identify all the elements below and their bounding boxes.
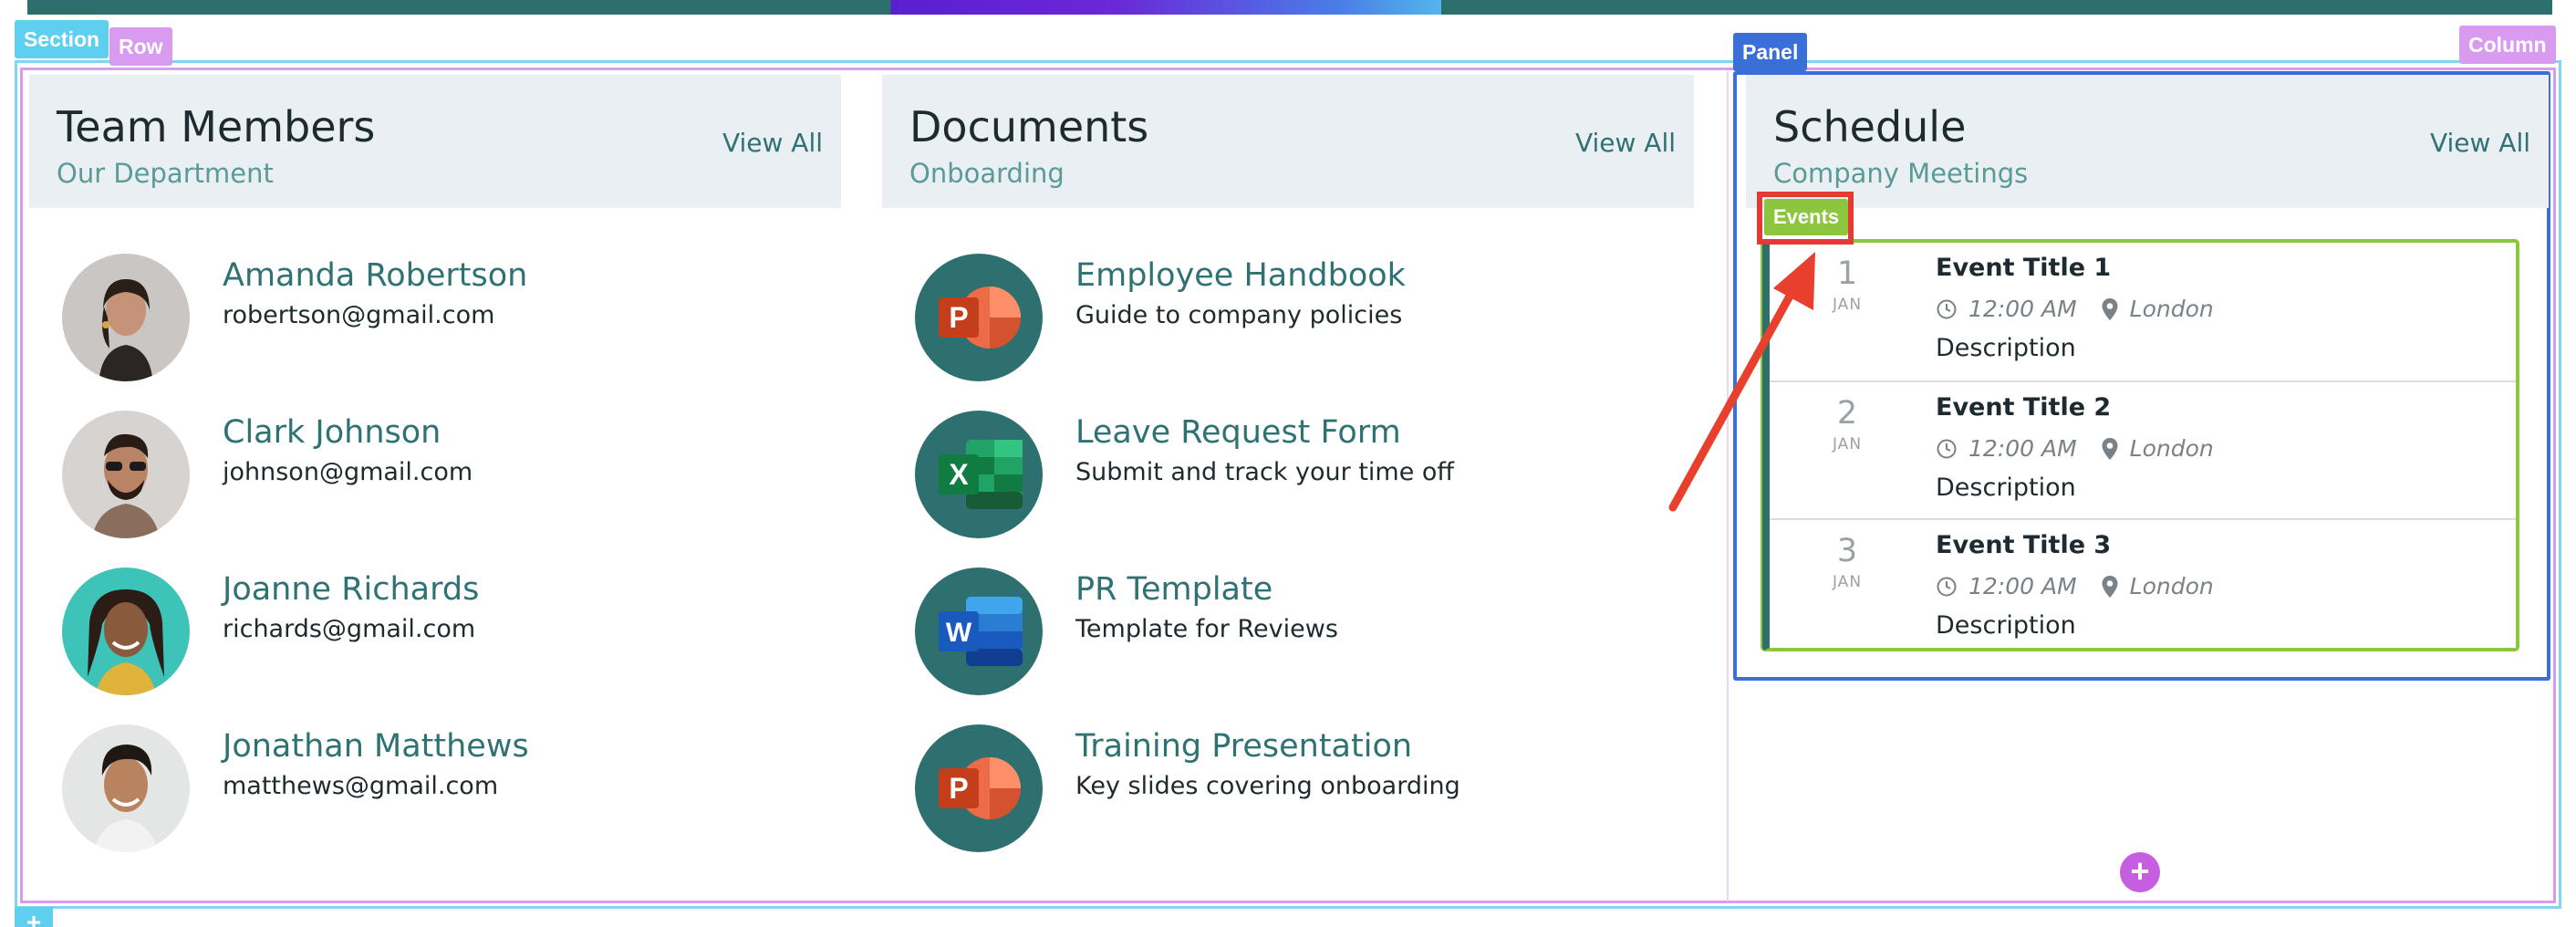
event-meta: 12:00 AM London bbox=[1936, 573, 2214, 599]
list-item: Amanda Robertson robertson@gmail.com bbox=[62, 254, 810, 381]
panel-subtitle: Company Meetings bbox=[1773, 158, 2029, 189]
avatar[interactable] bbox=[62, 411, 190, 538]
document-description: Template for Reviews bbox=[1075, 615, 1338, 643]
list-item: Jonathan Matthews matthews@gmail.com bbox=[62, 724, 810, 852]
panel-title: Documents bbox=[909, 102, 1149, 151]
event-location: London bbox=[2129, 296, 2214, 322]
panel-title: Team Members bbox=[57, 102, 376, 151]
svg-text:P: P bbox=[949, 772, 968, 805]
list-item: Clark Johnson johnson@gmail.com bbox=[62, 411, 810, 538]
event-location-wrap: London bbox=[2101, 435, 2214, 462]
panel-subtitle: Our Department bbox=[57, 158, 274, 189]
location-pin-icon bbox=[2102, 297, 2118, 320]
member-email: johnson@gmail.com bbox=[223, 458, 473, 486]
event-meta: 12:00 AM London bbox=[1936, 296, 2214, 322]
document-title[interactable]: PR Template bbox=[1075, 571, 1272, 608]
event-day: 1 bbox=[1836, 255, 1858, 292]
schedule-panel: Schedule Company Meetings View All bbox=[1746, 75, 2549, 208]
document-title[interactable]: Leave Request Form bbox=[1075, 414, 1401, 451]
member-email: richards@gmail.com bbox=[223, 615, 476, 643]
powerpoint-icon[interactable]: P bbox=[915, 254, 1043, 381]
team-members-panel: Team Members Our Department View All bbox=[29, 75, 841, 208]
svg-text:X: X bbox=[949, 458, 969, 491]
member-name[interactable]: Jonathan Matthews bbox=[223, 728, 529, 765]
view-all-link[interactable]: View All bbox=[1575, 128, 1676, 158]
event-time: 12:00 AM bbox=[1968, 296, 2077, 322]
event-description: Description bbox=[1936, 474, 2076, 502]
clock-icon bbox=[1937, 299, 1957, 318]
event-description: Description bbox=[1936, 611, 2076, 640]
event-time: 12:00 AM bbox=[1968, 573, 2077, 599]
svg-text:W: W bbox=[946, 618, 972, 648]
event-location-wrap: London bbox=[2101, 296, 2214, 322]
document-description: Submit and track your time off bbox=[1075, 458, 1455, 486]
section-tag[interactable]: Section bbox=[15, 20, 109, 58]
list-item: Joanne Richards richards@gmail.com bbox=[62, 568, 810, 695]
list-item: P Employee Handbook Guide to company pol… bbox=[915, 254, 1681, 381]
avatar[interactable] bbox=[62, 568, 190, 695]
view-all-link[interactable]: View All bbox=[2430, 128, 2530, 158]
member-name[interactable]: Clark Johnson bbox=[223, 414, 441, 451]
row-tag[interactable]: Row bbox=[109, 27, 172, 66]
document-description: Key slides covering onboarding bbox=[1075, 772, 1460, 800]
event-time: 12:00 AM bbox=[1968, 435, 2077, 462]
list-item: W PR Template Template for Reviews bbox=[915, 568, 1681, 695]
avatar[interactable] bbox=[62, 254, 190, 381]
event-description: Description bbox=[1936, 334, 2076, 362]
event-location-wrap: London bbox=[2101, 573, 2214, 599]
svg-text:P: P bbox=[949, 301, 968, 334]
events-list: 1 JAN Event Title 1 12:00 AM London Desc… bbox=[1762, 239, 2519, 651]
event-month: JAN bbox=[1832, 573, 1863, 591]
member-email: robertson@gmail.com bbox=[223, 301, 495, 329]
column-tag[interactable]: Column bbox=[2459, 26, 2556, 64]
list-item: X Leave Request Form Submit and track yo… bbox=[915, 411, 1681, 538]
panel-title: Schedule bbox=[1773, 102, 1967, 151]
events-tag-highlight bbox=[1757, 192, 1854, 245]
location-pin-icon bbox=[2102, 437, 2118, 460]
event-title[interactable]: Event Title 3 bbox=[1936, 531, 2111, 559]
annotation-arrow bbox=[1668, 252, 1815, 512]
list-item: P Training Presentation Key slides cover… bbox=[915, 724, 1681, 852]
documents-header: Documents Onboarding View All bbox=[882, 75, 1694, 208]
add-element-button[interactable]: + bbox=[2120, 852, 2160, 892]
event-month: JAN bbox=[1832, 435, 1863, 453]
panel-tag[interactable]: Panel bbox=[1733, 33, 1808, 71]
member-name[interactable]: Joanne Richards bbox=[223, 571, 479, 608]
view-all-link[interactable]: View All bbox=[722, 128, 823, 158]
clock-icon bbox=[1937, 439, 1957, 458]
panel-subtitle: Onboarding bbox=[909, 158, 1065, 189]
clock-icon bbox=[1937, 577, 1957, 596]
avatar[interactable] bbox=[62, 724, 190, 852]
member-email: matthews@gmail.com bbox=[223, 772, 499, 800]
schedule-header: Schedule Company Meetings View All bbox=[1746, 75, 2549, 208]
hero-banner-strip bbox=[27, 0, 2552, 15]
event-item[interactable]: 2 JAN Event Title 2 12:00 AM London Desc… bbox=[1770, 380, 2516, 518]
add-section-button[interactable]: + bbox=[15, 907, 53, 927]
documents-panel: Documents Onboarding View All bbox=[882, 75, 1694, 208]
event-location: London bbox=[2129, 573, 2214, 599]
member-name[interactable]: Amanda Robertson bbox=[223, 257, 527, 294]
event-day: 3 bbox=[1836, 533, 1858, 569]
document-title[interactable]: Training Presentation bbox=[1075, 728, 1412, 765]
team-members-header: Team Members Our Department View All bbox=[29, 75, 841, 208]
event-day: 2 bbox=[1836, 395, 1858, 432]
location-pin-icon bbox=[2102, 575, 2118, 598]
event-title[interactable]: Event Title 2 bbox=[1936, 393, 2111, 422]
excel-icon[interactable]: X bbox=[915, 411, 1043, 538]
event-title[interactable]: Event Title 1 bbox=[1936, 254, 2111, 282]
event-month: JAN bbox=[1832, 296, 1863, 314]
document-title[interactable]: Employee Handbook bbox=[1075, 257, 1406, 294]
event-item[interactable]: 1 JAN Event Title 1 12:00 AM London Desc… bbox=[1770, 243, 2516, 380]
powerpoint-icon[interactable]: P bbox=[915, 724, 1043, 852]
event-location: London bbox=[2129, 435, 2214, 462]
event-item[interactable]: 3 JAN Event Title 3 12:00 AM London Desc… bbox=[1770, 518, 2516, 656]
event-meta: 12:00 AM London bbox=[1936, 435, 2214, 462]
document-description: Guide to company policies bbox=[1075, 301, 1403, 329]
word-icon[interactable]: W bbox=[915, 568, 1043, 695]
